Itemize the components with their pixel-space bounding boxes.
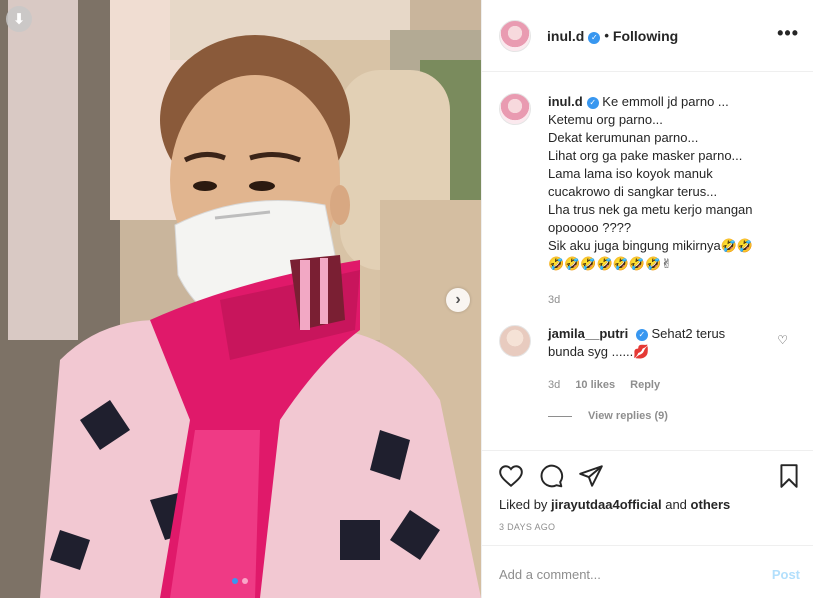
comment-item: jamila__putri ✓ Sehat2 terus bunda syg .… bbox=[499, 325, 799, 394]
liked-by-text: Liked by jirayutdaa4official and others bbox=[499, 497, 730, 512]
liked-by-others-link[interactable]: others bbox=[691, 497, 731, 512]
add-comment-bar: Add a comment... Post bbox=[482, 545, 813, 598]
verified-badge-icon: ✓ bbox=[635, 329, 648, 341]
caption-username[interactable]: inul.d bbox=[548, 94, 583, 109]
caption-line-1: inul.d ✓ Ke emmoll jd parno ... bbox=[548, 93, 753, 111]
carousel-dot-active bbox=[232, 578, 238, 584]
verified-badge-icon: ✓ bbox=[588, 31, 601, 44]
author-username[interactable]: inul.d ✓ bbox=[547, 28, 601, 44]
comment-meta: 3d 10 likes Reply bbox=[548, 376, 773, 394]
post-date[interactable]: 3 DAYS AGO bbox=[499, 522, 555, 532]
post-caption: inul.d ✓ Ke emmoll jd parno ... Ketemu or… bbox=[499, 93, 799, 309]
commenter-avatar[interactable] bbox=[499, 325, 531, 357]
post-header: inul.d ✓ • Following ••• bbox=[482, 0, 813, 72]
comment-text-line-2: bunda syg ......💋 bbox=[548, 344, 650, 359]
author-avatar[interactable] bbox=[499, 19, 531, 52]
caption-line: Ketemu org parno... bbox=[548, 112, 663, 127]
caption-line: Lihat org ga pake masker parno... bbox=[548, 148, 743, 163]
comment-likes[interactable]: 10 likes bbox=[575, 379, 615, 391]
following-button[interactable]: Following bbox=[613, 28, 678, 44]
like-heart-icon[interactable] bbox=[498, 463, 524, 489]
comment-time[interactable]: 3d bbox=[548, 379, 560, 391]
caption-line: 🤣🤣🤣🤣🤣🤣🤣✌ bbox=[548, 256, 673, 271]
liked-by-user-link[interactable]: jirayutdaa4official bbox=[551, 497, 662, 512]
post-comment-button[interactable]: Post bbox=[772, 567, 800, 582]
caption-line: Lha trus nek ga metu kerjo mangan bbox=[548, 202, 753, 217]
caption-line: Sik aku juga bingung mikirnya🤣🤣 bbox=[548, 238, 754, 253]
caption-text: Ke emmoll jd parno ... bbox=[602, 94, 729, 109]
comment-like-heart-icon[interactable]: ♡ bbox=[777, 333, 788, 347]
caption-line: opooooo ???? bbox=[548, 220, 632, 235]
view-replies-line bbox=[548, 415, 572, 417]
liked-by-prefix: Liked by bbox=[499, 497, 548, 512]
carousel-next-button[interactable]: › bbox=[446, 288, 470, 312]
view-replies-button[interactable]: View replies (9) bbox=[548, 410, 668, 422]
post-actions: Liked by jirayutdaa4official and others … bbox=[482, 450, 813, 545]
carousel-dots bbox=[232, 578, 248, 584]
comment-bubble-icon[interactable] bbox=[538, 463, 564, 489]
comment-text-line-1: Sehat2 terus bbox=[651, 326, 726, 341]
view-replies-label[interactable]: View replies (9) bbox=[588, 410, 668, 422]
photo-illustration: 3M bbox=[0, 0, 481, 598]
more-options-icon[interactable]: ••• bbox=[777, 24, 799, 42]
author-username-text[interactable]: inul.d bbox=[547, 28, 584, 44]
post-photo[interactable]: 3M ⬇ › bbox=[0, 0, 481, 598]
post-side-panel: inul.d ✓ • Following ••• inul.d ✓ Ke emmol… bbox=[481, 0, 813, 598]
caption-time[interactable]: 3d bbox=[548, 291, 753, 309]
verified-badge-icon: ✓ bbox=[586, 97, 599, 109]
comment-reply-button[interactable]: Reply bbox=[630, 379, 660, 391]
comment-body: jamila__putri ✓ Sehat2 terus bunda syg .… bbox=[548, 325, 773, 394]
caption-line: cucakrowo di sangkar terus... bbox=[548, 184, 718, 199]
save-download-icon[interactable]: ⬇ bbox=[6, 6, 32, 32]
caption-line: Dekat kerumunan parno... bbox=[548, 130, 699, 145]
caption-line: Lama lama iso koyok manuk bbox=[548, 166, 713, 181]
commenter-username[interactable]: jamila__putri bbox=[548, 326, 628, 341]
caption-avatar[interactable] bbox=[499, 93, 531, 125]
caption-body: inul.d ✓ Ke emmoll jd parno ... Ketemu or… bbox=[548, 93, 753, 309]
header-separator: • bbox=[604, 28, 609, 43]
share-send-icon[interactable] bbox=[578, 463, 604, 489]
action-icons bbox=[498, 463, 604, 489]
comment-input[interactable]: Add a comment... bbox=[499, 567, 601, 582]
carousel-dot bbox=[242, 578, 248, 584]
bookmark-icon[interactable] bbox=[776, 463, 802, 489]
liked-by-and: and bbox=[665, 497, 687, 512]
